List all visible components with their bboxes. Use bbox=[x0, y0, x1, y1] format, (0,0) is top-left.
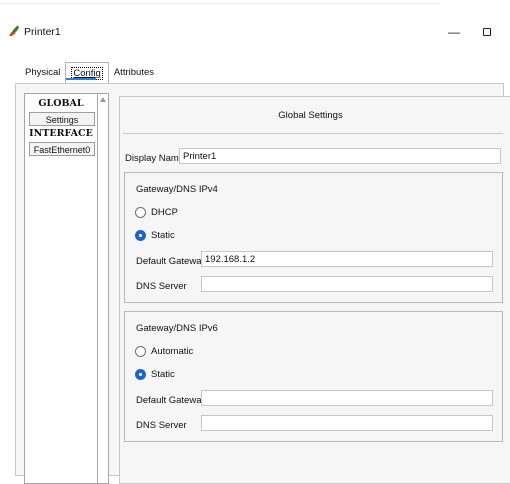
tab-bar: Physical Config Attributes bbox=[20, 62, 159, 84]
minimize-icon: — bbox=[448, 25, 460, 39]
ipv4-dns-label: DNS Server bbox=[136, 281, 187, 292]
display-name-label: Display Name bbox=[125, 153, 185, 164]
minimize-button[interactable]: — bbox=[441, 22, 467, 42]
sidebar-item-settings[interactable]: Settings bbox=[29, 112, 95, 126]
ipv4-dhcp-radio[interactable]: DHCP bbox=[135, 207, 178, 218]
section-title: Global Settings bbox=[278, 110, 343, 121]
ipv6-gateway-input[interactable] bbox=[201, 390, 493, 406]
window-title: Printer1 bbox=[24, 26, 61, 38]
sidebar-heading-interface: INTERFACE bbox=[29, 128, 93, 139]
radio-unchecked-icon bbox=[135, 346, 146, 357]
sidebar-item-fastethernet0[interactable]: FastEthernet0 bbox=[29, 142, 95, 156]
section-divider bbox=[123, 133, 503, 134]
radio-checked-icon bbox=[135, 369, 146, 380]
ipv4-dns-input[interactable] bbox=[201, 276, 493, 292]
display-name-input[interactable]: Printer1 bbox=[179, 148, 501, 164]
maximize-icon bbox=[483, 28, 491, 36]
printer-feather-icon bbox=[9, 25, 19, 36]
ipv6-dns-label: DNS Server bbox=[136, 420, 187, 431]
background-window-edge bbox=[0, 0, 440, 4]
ipv6-static-radio[interactable]: Static bbox=[135, 369, 175, 380]
tab-attributes[interactable]: Attributes bbox=[109, 64, 159, 82]
ipv4-gateway-input[interactable]: 192.168.1.2 bbox=[201, 251, 493, 267]
tab-physical[interactable]: Physical bbox=[20, 64, 65, 82]
ipv4-static-radio[interactable]: Static bbox=[135, 230, 175, 241]
active-tab-indicator bbox=[66, 78, 96, 80]
background-window-strip bbox=[0, 0, 510, 14]
ipv6-dns-input[interactable] bbox=[201, 415, 493, 431]
sidebar-scrollbar[interactable] bbox=[98, 93, 109, 484]
ipv4-group-title: Gateway/DNS IPv4 bbox=[136, 184, 218, 195]
scroll-up-icon[interactable] bbox=[100, 97, 106, 102]
sidebar-heading-global: GLOBAL bbox=[38, 98, 84, 109]
ipv6-automatic-radio[interactable]: Automatic bbox=[135, 346, 193, 357]
config-sidebar: GLOBAL Settings INTERFACE FastEthernet0 bbox=[24, 93, 98, 484]
ipv6-group-title: Gateway/DNS IPv6 bbox=[136, 323, 218, 334]
radio-checked-icon bbox=[135, 230, 146, 241]
radio-unchecked-icon bbox=[135, 207, 146, 218]
maximize-button[interactable] bbox=[474, 22, 500, 42]
ipv4-gateway-label: Default Gateway bbox=[136, 256, 207, 267]
title-bar: Printer1 — bbox=[0, 18, 510, 46]
ipv6-gateway-label: Default Gateway bbox=[136, 395, 207, 406]
